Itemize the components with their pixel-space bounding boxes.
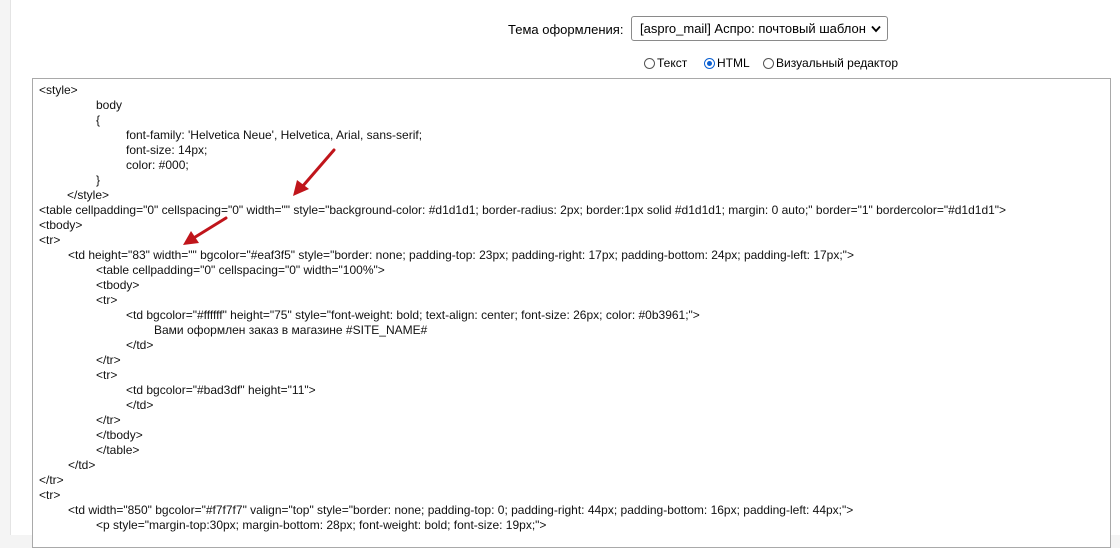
- mode-text-option[interactable]: Текст: [644, 54, 687, 72]
- code-line: <tr>: [39, 233, 61, 247]
- radio-visual[interactable]: [763, 57, 774, 69]
- code-line: </table>: [96, 443, 140, 457]
- code-line: <tr>: [96, 368, 118, 382]
- arrow-annotation-table-width: [293, 148, 336, 196]
- code-line: </style>: [67, 188, 110, 202]
- theme-row: Тема оформления: [aspro_mail] Аспро: поч…: [11, 14, 1120, 46]
- chevron-down-icon: [871, 25, 881, 33]
- code-line: </td>: [126, 338, 154, 352]
- settings-panel: Тема оформления: [aspro_mail] Аспро: поч…: [10, 0, 1120, 548]
- code-line: color: #000;: [126, 158, 189, 172]
- code-line: <td bgcolor="#ffffff" height="75" style=…: [126, 308, 700, 322]
- arrow-annotation-td-width: [183, 216, 228, 245]
- code-line: {: [96, 113, 101, 127]
- code-line: </tbody>: [96, 428, 143, 442]
- mode-text-label: Текст: [657, 56, 688, 70]
- radio-text[interactable]: [644, 57, 655, 69]
- theme-select-value: [aspro_mail] Аспро: почтовый шаблон: [640, 21, 866, 36]
- mode-html-label: HTML: [717, 56, 750, 70]
- code-line: <table cellpadding="0" cellspacing="0" w…: [96, 263, 385, 277]
- code-line: </td>: [68, 458, 96, 472]
- code-line: </td>: [126, 398, 154, 412]
- code-line: <td width="850" bgcolor="#f7f7f7" valign…: [68, 503, 854, 517]
- code-line: <table cellpadding="0" cellspacing="0" w…: [39, 203, 1007, 217]
- code-line: <p style="margin-top:30px; margin-bottom…: [96, 518, 547, 532]
- code-line: body: [96, 98, 123, 112]
- code-line: <tbody>: [96, 278, 140, 292]
- mode-visual-label: Визуальный редактор: [776, 56, 899, 70]
- code-line: font-family: 'Helvetica Neue', Helvetica…: [126, 128, 423, 142]
- code-line: }: [96, 173, 101, 187]
- code-line: <tbody>: [39, 218, 83, 232]
- code-line: </tr>: [96, 413, 121, 427]
- code-line: font-size: 14px;: [126, 143, 208, 157]
- code-line: </tr>: [96, 353, 121, 367]
- html-code-editor[interactable]: <style> body{ font-family: 'Helvetica Neue…: [32, 78, 1111, 548]
- mode-visual-option[interactable]: Визуальный редактор: [763, 54, 898, 72]
- theme-label: Тема оформления:: [508, 22, 624, 37]
- mode-html-option[interactable]: HTML: [704, 54, 750, 72]
- code-line: <tr>: [39, 488, 61, 502]
- code-line: <style>: [39, 83, 78, 97]
- radio-html[interactable]: [704, 57, 715, 69]
- code-line: <td height="83" width="" bgcolor="#eaf3f…: [68, 248, 854, 262]
- code-line: Вами оформлен заказ в магазине #SITE_NAM…: [154, 323, 428, 337]
- code-line: </tr>: [39, 473, 64, 487]
- code-line: <tr>: [96, 293, 118, 307]
- theme-select[interactable]: [aspro_mail] Аспро: почтовый шаблон: [631, 16, 888, 41]
- code-line: <td bgcolor="#bad3df" height="11">: [126, 383, 316, 397]
